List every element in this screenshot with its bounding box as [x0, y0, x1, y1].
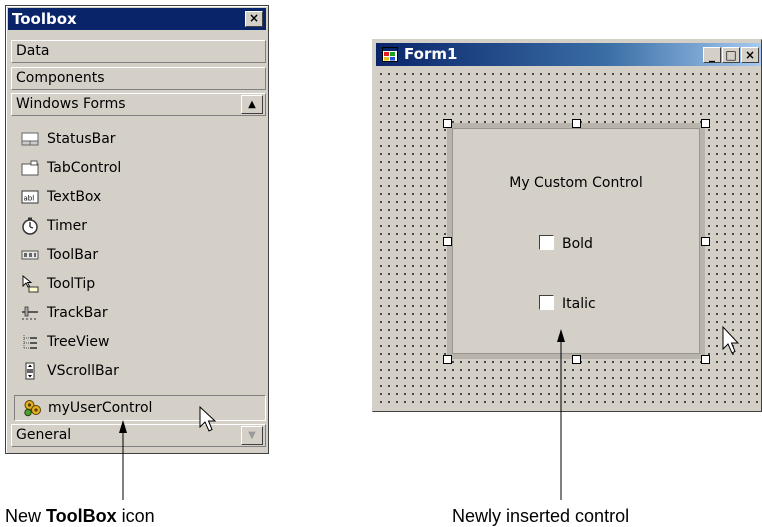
annotation-overlay — [119, 325, 740, 500]
control-arrow — [557, 329, 565, 500]
caption-text: New — [5, 506, 47, 526]
caption-text: icon — [116, 506, 155, 526]
mouse-cursor-icon — [722, 325, 740, 354]
control-caption: Newly inserted control — [452, 506, 630, 526]
mouse-cursor-icon — [199, 405, 217, 432]
toolbox-arrow — [119, 420, 127, 500]
caption-bold-text: ToolBox — [46, 506, 117, 526]
toolbox-caption: New ToolBox icon — [5, 506, 155, 527]
